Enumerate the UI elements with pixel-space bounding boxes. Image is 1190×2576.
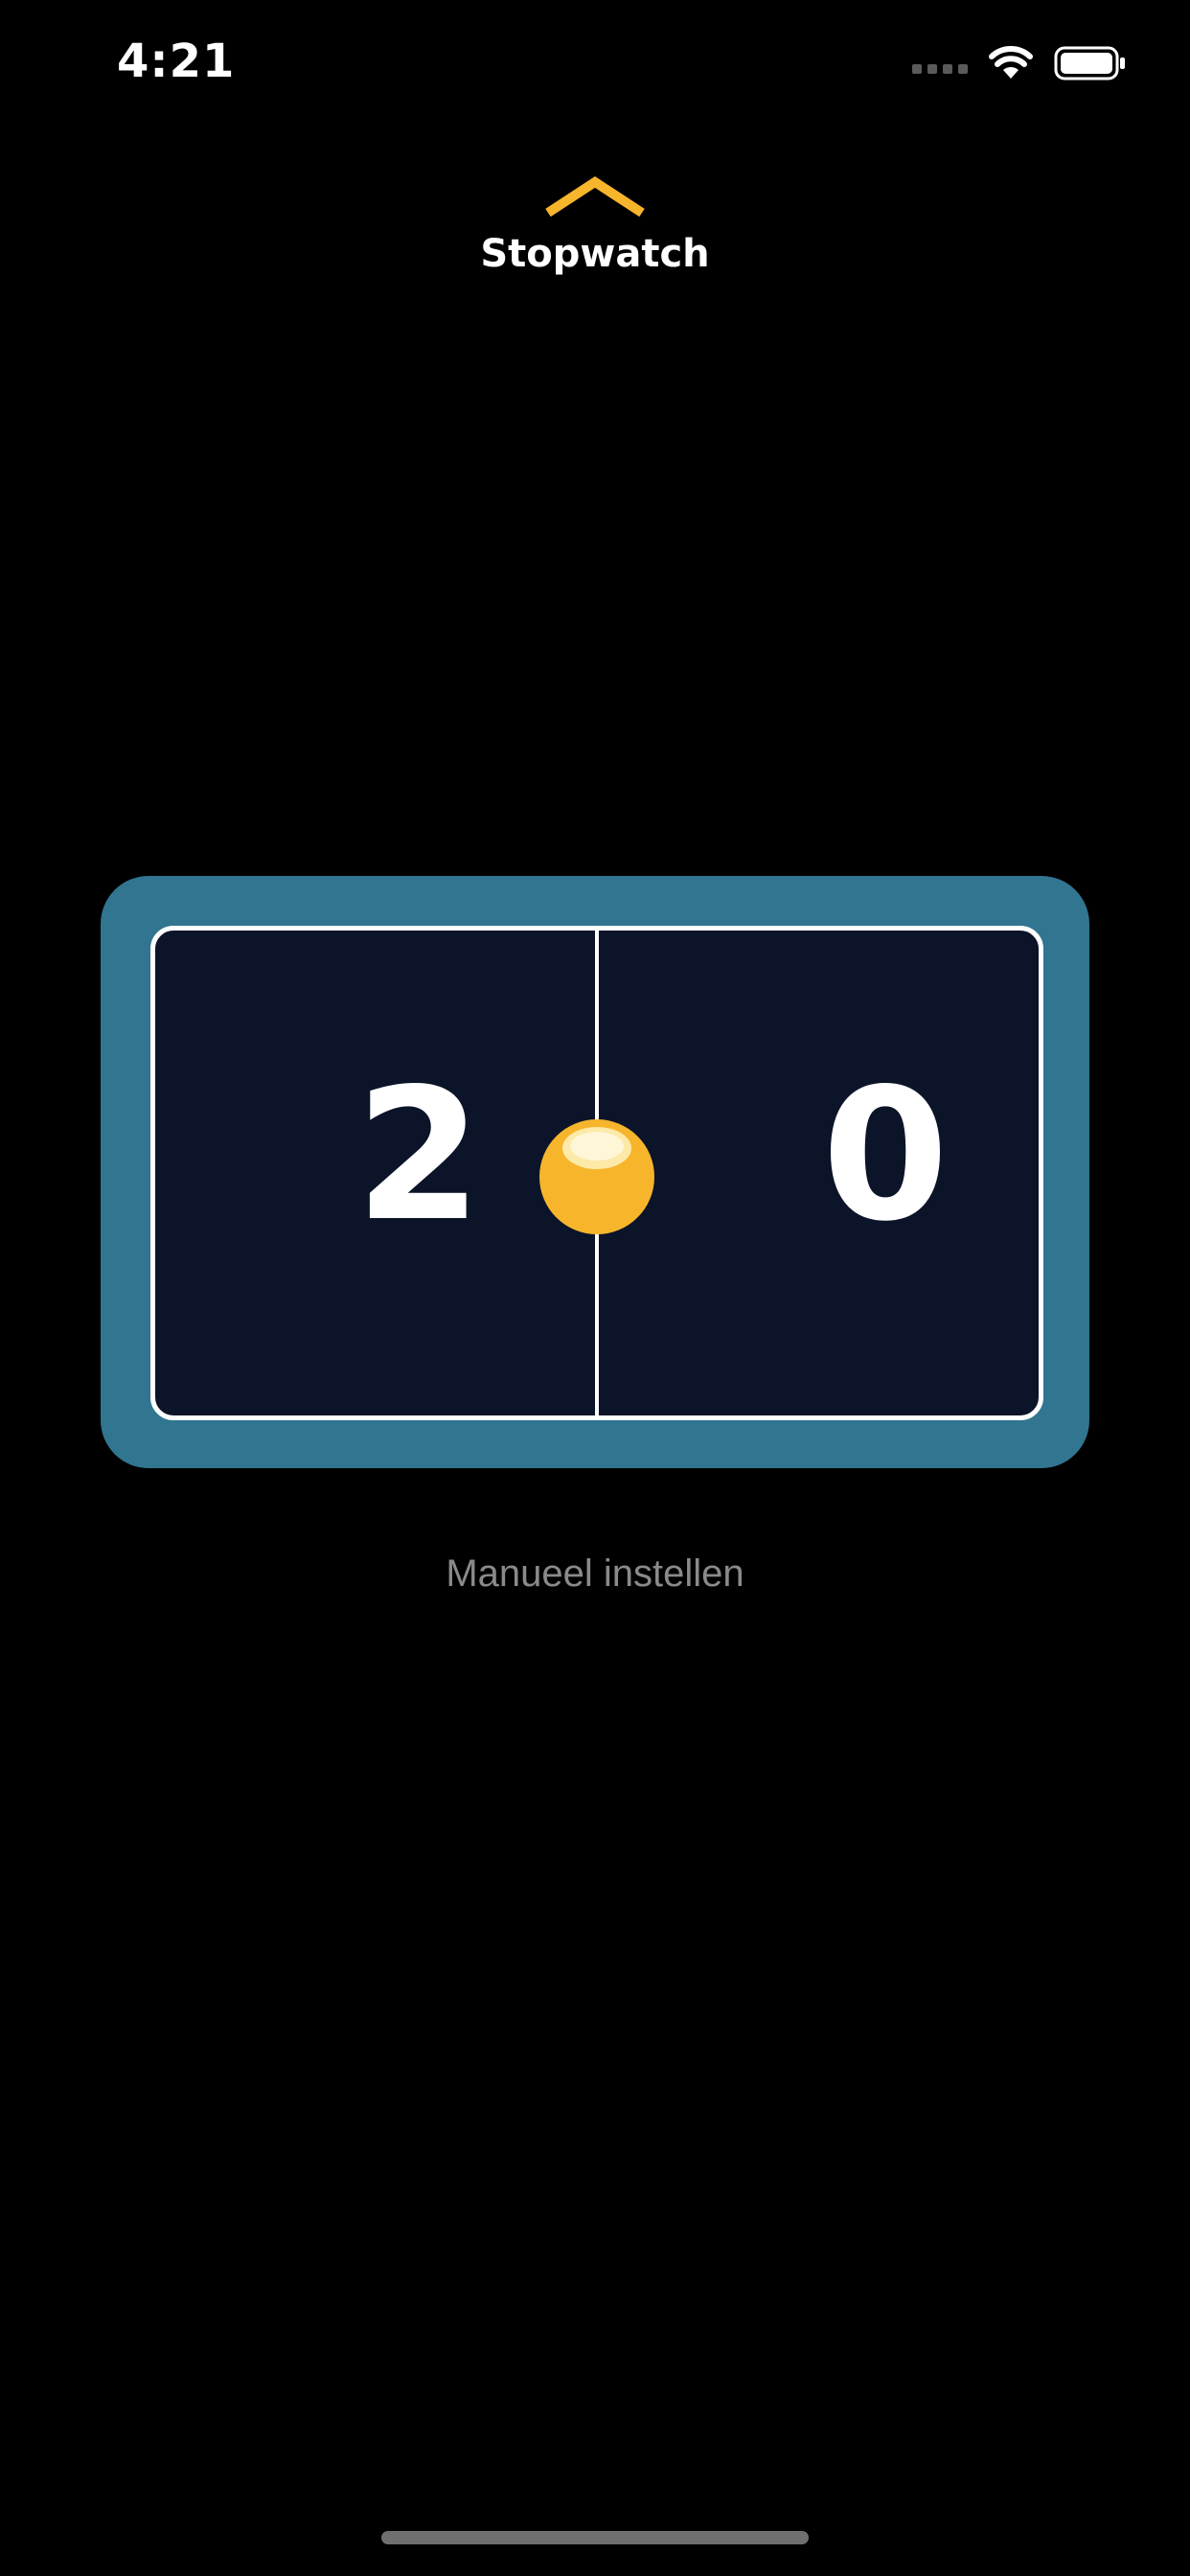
right-score[interactable]: 0 [790, 1036, 981, 1276]
scoreboard: 2 0 [101, 876, 1089, 1468]
battery-icon [1054, 46, 1125, 80]
home-indicator[interactable] [381, 2531, 809, 2544]
cellular-signal-icon [912, 64, 968, 74]
status-icons [912, 42, 1127, 84]
status-time: 4:21 [117, 34, 236, 88]
court: 2 0 [150, 926, 1043, 1420]
header: Stopwatch [0, 172, 1190, 276]
wifi-icon [989, 46, 1033, 79]
manual-setting-button[interactable]: Manueel instellen [0, 1552, 1190, 1596]
chevron-up-icon[interactable] [542, 172, 648, 220]
ball-icon [539, 1119, 654, 1234]
left-score[interactable]: 2 [323, 1036, 515, 1276]
page-title[interactable]: Stopwatch [480, 232, 709, 276]
